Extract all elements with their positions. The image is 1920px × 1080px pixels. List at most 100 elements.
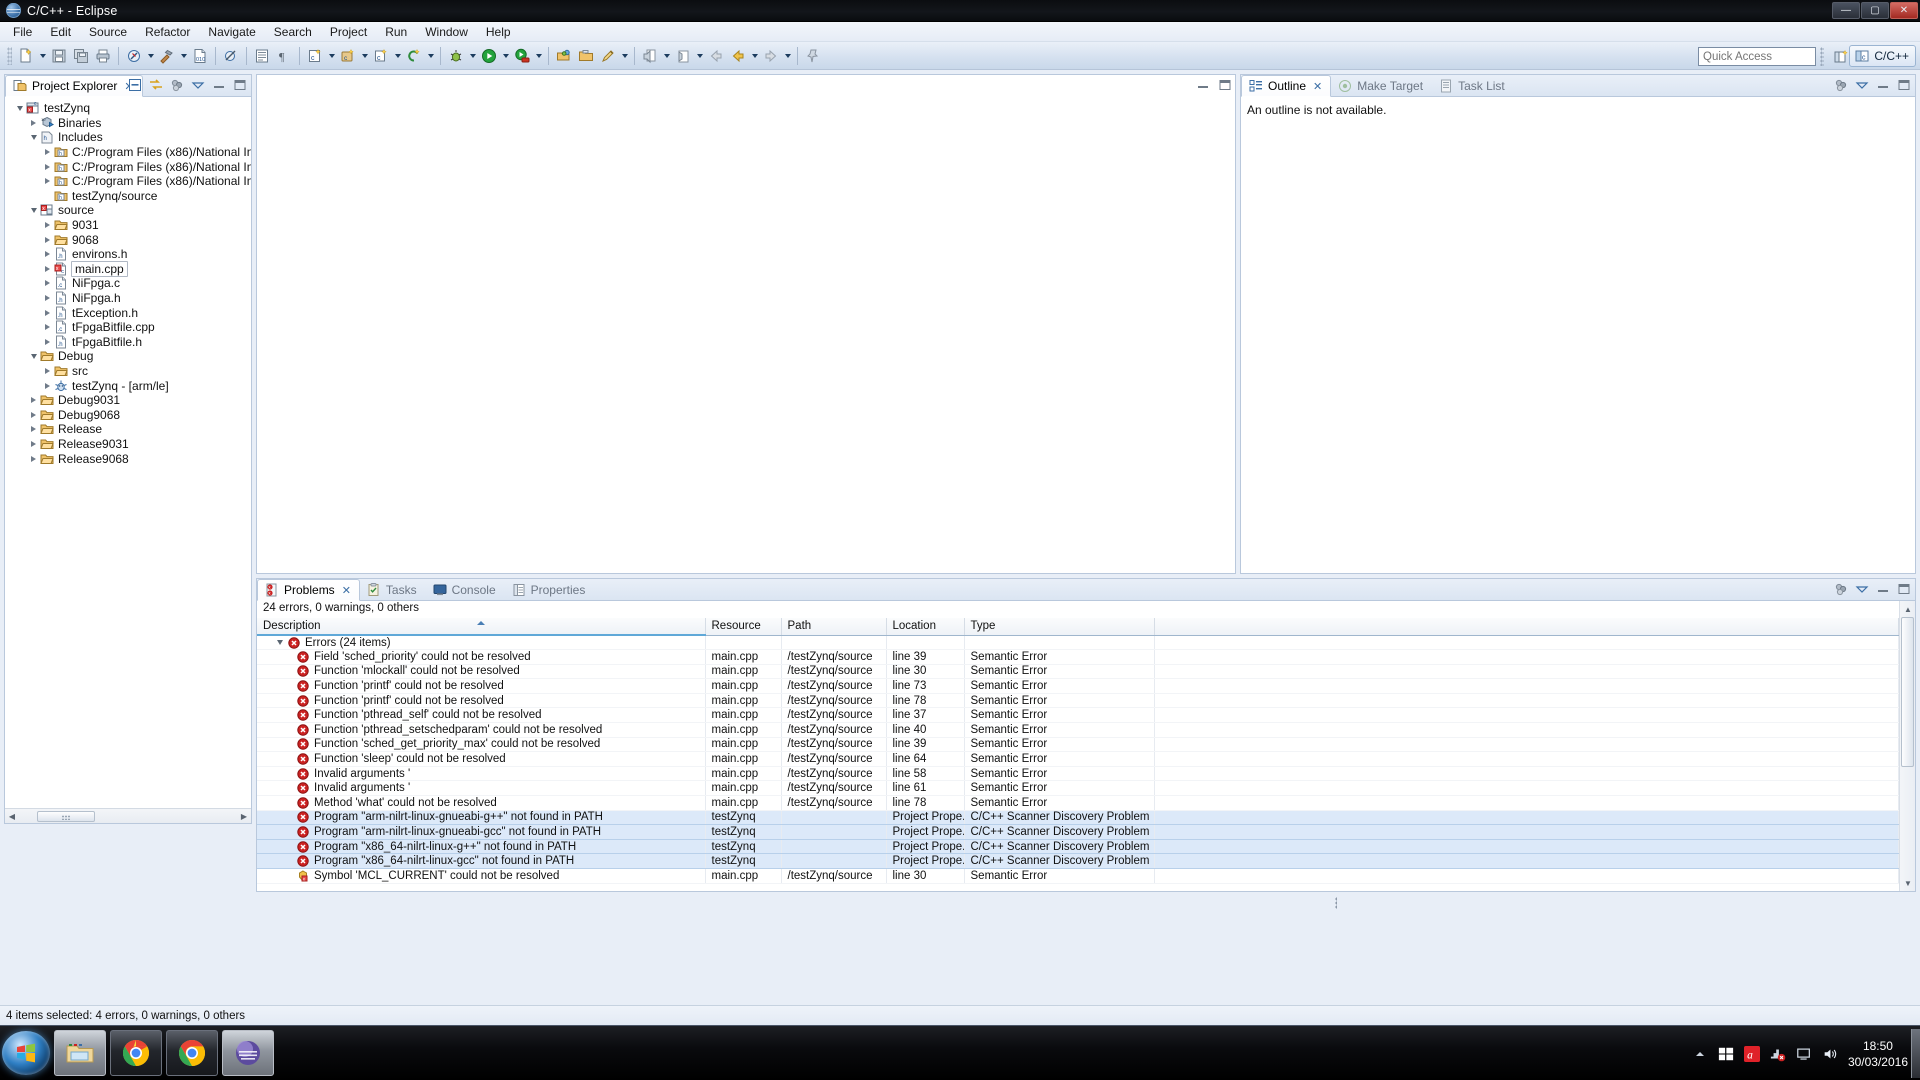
new-c-file-icon[interactable]: c bbox=[337, 45, 359, 67]
expand-arrow-open-icon[interactable] bbox=[14, 101, 25, 115]
volume-icon[interactable] bbox=[1822, 1046, 1838, 1062]
problems-table[interactable]: Description Resource Path Location Type … bbox=[257, 618, 1899, 884]
new-c-class-icon[interactable]: c bbox=[304, 45, 326, 67]
file-explorer-icon[interactable] bbox=[54, 1030, 106, 1076]
problem-row[interactable]: Function 'mlockall' could not be resolve… bbox=[257, 664, 1899, 680]
back-dropdown-icon[interactable] bbox=[749, 45, 760, 67]
next-annotation-icon[interactable] bbox=[639, 45, 661, 67]
maximize-button[interactable]: ▢ bbox=[1861, 2, 1889, 19]
new-file-icon[interactable] bbox=[15, 45, 37, 67]
expand-arrow-open-icon[interactable] bbox=[28, 349, 39, 363]
problem-row[interactable]: Function 'printf' could not be resolved m… bbox=[257, 693, 1899, 709]
expand-arrow-closed-icon[interactable] bbox=[28, 116, 39, 130]
expand-arrow-closed-icon[interactable] bbox=[28, 422, 39, 436]
tree-item-environs-h[interactable]: .h environs.h bbox=[5, 247, 251, 262]
expand-arrow-closed-icon[interactable] bbox=[42, 174, 53, 188]
toggle-block-selection-icon[interactable] bbox=[251, 45, 273, 67]
minimize-view-icon[interactable] bbox=[211, 77, 227, 93]
column-resource[interactable]: Resource bbox=[705, 618, 782, 636]
run-icon[interactable] bbox=[478, 45, 500, 67]
column-description[interactable]: Description bbox=[257, 618, 706, 636]
forward-left-icon[interactable] bbox=[727, 45, 749, 67]
link-editor-icon[interactable] bbox=[123, 45, 145, 67]
tree-item-nifpga-c[interactable]: .c NiFpga.c bbox=[5, 276, 251, 291]
run-dropdown-icon[interactable] bbox=[500, 45, 511, 67]
menu-window[interactable]: Window bbox=[416, 23, 477, 41]
new-header-icon[interactable]: c bbox=[370, 45, 392, 67]
scroll-right-icon[interactable]: ▶ bbox=[237, 810, 251, 823]
forward-icon[interactable] bbox=[760, 45, 782, 67]
expand-arrow-closed-icon[interactable] bbox=[42, 262, 53, 276]
problem-row[interactable]: Program "arm-nilrt-linux-gnueabi-g++" no… bbox=[257, 809, 1899, 826]
taskbar-clock[interactable]: 18:50 30/03/2016 bbox=[1848, 1038, 1908, 1070]
expand-arrow-closed-icon[interactable] bbox=[28, 393, 39, 407]
menu-help[interactable]: Help bbox=[477, 23, 520, 41]
perspective-toolbar-grip[interactable] bbox=[1820, 47, 1824, 66]
tree-item-includes[interactable]: h Includes bbox=[5, 130, 251, 145]
expand-arrow-closed-icon[interactable] bbox=[42, 335, 53, 349]
group-expand-arrow-icon[interactable] bbox=[277, 640, 283, 646]
column-path[interactable]: Path bbox=[781, 618, 887, 636]
build-dropdown-icon[interactable] bbox=[178, 45, 189, 67]
problem-row[interactable]: Method 'what' could not be resolved main.… bbox=[257, 795, 1899, 811]
maximize-view-icon[interactable] bbox=[232, 77, 248, 93]
new-header-dropdown-icon[interactable] bbox=[392, 45, 403, 67]
link-with-editor-icon[interactable] bbox=[148, 77, 164, 93]
maximize-editor-icon[interactable] bbox=[1217, 77, 1233, 93]
tree-item-debug9068[interactable]: Debug9068 bbox=[5, 407, 251, 422]
collapse-all-icon[interactable] bbox=[127, 77, 143, 93]
show-whitespace-icon[interactable]: ¶ bbox=[273, 45, 295, 67]
debug-dropdown-icon[interactable] bbox=[467, 45, 478, 67]
toolbar-grip[interactable] bbox=[7, 46, 12, 65]
search-dropdown-icon[interactable] bbox=[619, 45, 630, 67]
close-button[interactable]: ✕ bbox=[1890, 2, 1918, 19]
expand-arrow-closed-icon[interactable] bbox=[42, 291, 53, 305]
tree-item-source[interactable]: x source bbox=[5, 203, 251, 218]
expand-arrow-closed-icon[interactable] bbox=[28, 437, 39, 451]
menu-navigate[interactable]: Navigate bbox=[199, 23, 264, 41]
problem-row[interactable]: Program "arm-nilrt-linux-gnueabi-gcc" no… bbox=[257, 824, 1899, 840]
save-icon[interactable] bbox=[48, 45, 70, 67]
new-project-icon[interactable] bbox=[403, 45, 425, 67]
tree-item-release9031[interactable]: Release9031 bbox=[5, 437, 251, 452]
problem-row[interactable]: Invalid arguments ' main.cpp/testZynq/sou… bbox=[257, 766, 1899, 782]
vscroll-thumb[interactable] bbox=[1901, 617, 1914, 767]
tree-item-main-cpp[interactable]: x c main.cpp bbox=[5, 260, 251, 277]
expand-arrow-closed-icon[interactable] bbox=[42, 218, 53, 232]
problem-row[interactable]: Invalid arguments ' main.cpp/testZynq/sou… bbox=[257, 780, 1899, 797]
save-all-icon[interactable] bbox=[70, 45, 92, 67]
minimize-view-icon[interactable] bbox=[1875, 581, 1891, 597]
network-error-icon[interactable] bbox=[1770, 1046, 1786, 1062]
chrome-icon[interactable] bbox=[110, 1030, 162, 1076]
tab-console[interactable]: Console bbox=[426, 579, 505, 600]
show-hidden-icons-icon[interactable] bbox=[1692, 1046, 1708, 1062]
column-type[interactable]: Type bbox=[964, 618, 1155, 636]
tree-item-texception-h[interactable]: .h tException.h bbox=[5, 305, 251, 320]
expand-arrow-closed-icon[interactable] bbox=[42, 276, 53, 290]
problem-row[interactable]: Function 'printf' could not be resolved m… bbox=[257, 678, 1899, 694]
expand-arrow-closed-icon[interactable] bbox=[28, 408, 39, 422]
problem-row[interactable]: Function 'pthread_setschedparam' could n… bbox=[257, 722, 1899, 738]
new-c-file-dropdown-icon[interactable] bbox=[359, 45, 370, 67]
problem-row[interactable]: Function 'sched_get_priority_max' could … bbox=[257, 737, 1899, 753]
problem-row[interactable]: Program "x86_64-nilrt-linux-gcc" not fou… bbox=[257, 853, 1899, 869]
next-annotation-dropdown-icon[interactable] bbox=[661, 45, 672, 67]
project-explorer-hscrollbar[interactable]: ◀ ▶ bbox=[5, 808, 251, 823]
start-orb-icon[interactable] bbox=[2, 1031, 50, 1075]
expand-arrow-closed-icon[interactable] bbox=[28, 452, 39, 466]
previous-annotation-dropdown-icon[interactable] bbox=[694, 45, 705, 67]
expand-arrow-closed-icon[interactable] bbox=[42, 160, 53, 174]
tab-problems[interactable]: x x Problems ✕ bbox=[257, 579, 360, 601]
tree-item-tfpgabitfile-cpp[interactable]: .c tFpgaBitfile.cpp bbox=[5, 320, 251, 335]
pin-icon[interactable] bbox=[802, 45, 824, 67]
debug-icon[interactable] bbox=[445, 45, 467, 67]
run-external-dropdown-icon[interactable] bbox=[533, 45, 544, 67]
back-icon[interactable] bbox=[705, 45, 727, 67]
expand-arrow-closed-icon[interactable] bbox=[42, 247, 53, 261]
new-project-dropdown-icon[interactable] bbox=[425, 45, 436, 67]
expand-arrow-closed-icon[interactable] bbox=[42, 320, 53, 334]
tree-item-tfpgabitfile-h[interactable]: .h tFpgaBitfile.h bbox=[5, 335, 251, 350]
tree-item-release9068[interactable]: Release9068 bbox=[5, 451, 251, 466]
expand-arrow-closed-icon[interactable] bbox=[42, 233, 53, 247]
close-icon[interactable]: ✕ bbox=[1313, 80, 1322, 93]
